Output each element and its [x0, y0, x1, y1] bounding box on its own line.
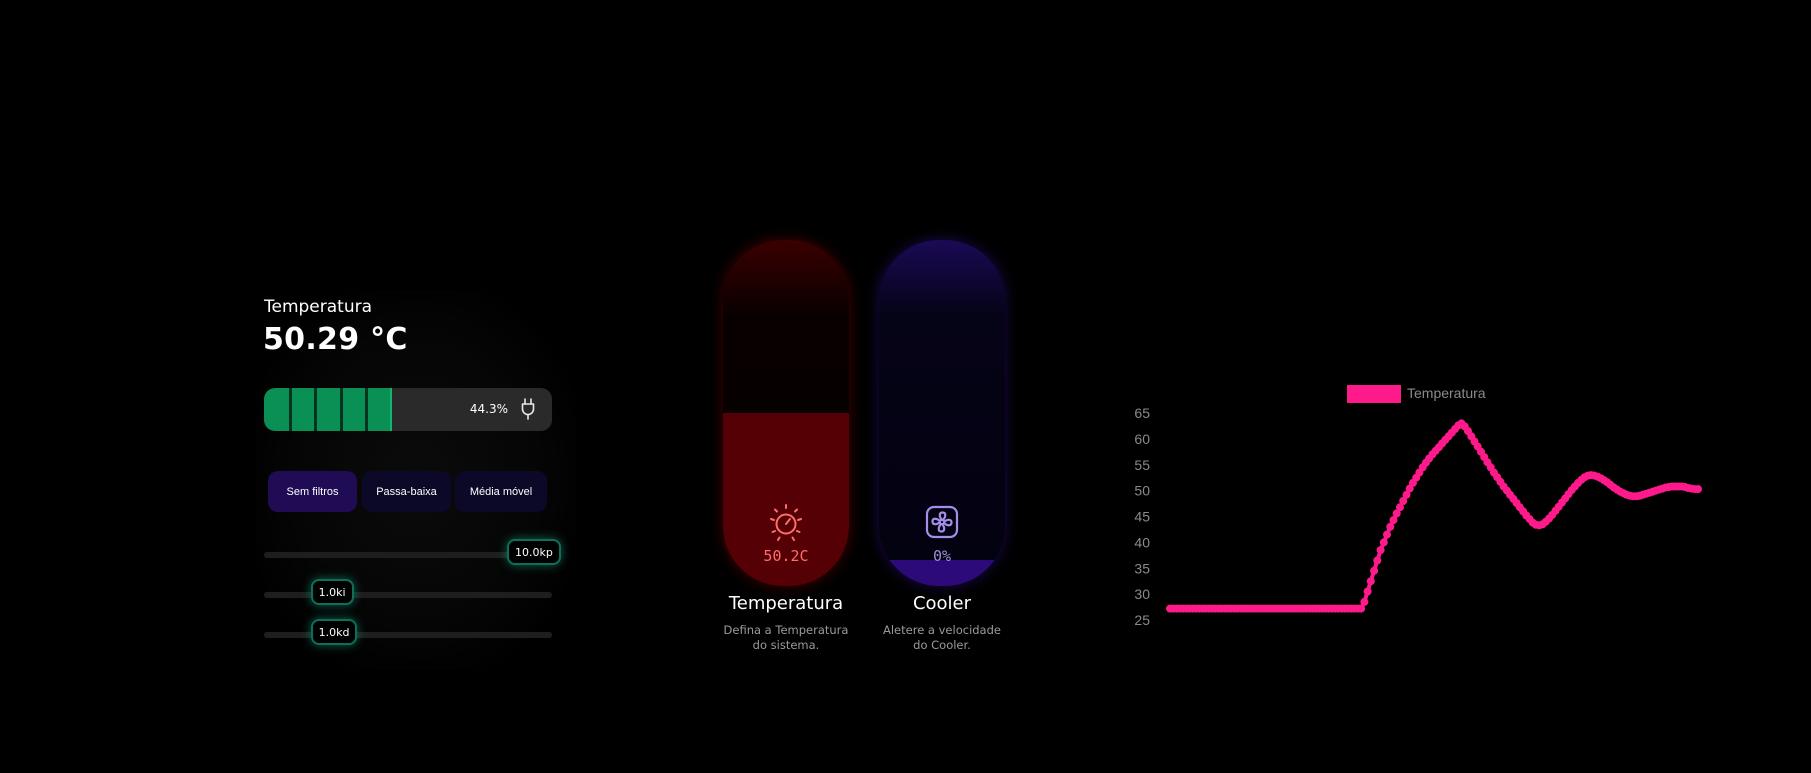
filter-option-sem-filtros[interactable]: Sem filtros	[268, 471, 357, 512]
cooler-reading: 0%	[932, 547, 952, 565]
y-tick-label: 35	[1134, 560, 1150, 576]
dashboard: Temperatura 50.29 °C 44.3% Sem filtros P…	[0, 0, 1811, 773]
y-tick-label: 60	[1134, 431, 1150, 447]
temperature-description: Defina a Temperatura do sistema.	[706, 623, 866, 653]
power-progress-fill	[264, 388, 392, 431]
cooler-description-line-2: do Cooler.	[913, 638, 971, 652]
ki-slider-thumb[interactable]: 1.0ki	[310, 579, 354, 605]
temperature-label: Temperatura	[264, 297, 373, 317]
cooler-description-line-1: Aletere a velocidade	[883, 623, 1001, 637]
data-point[interactable]	[1370, 566, 1379, 575]
power-fill-edge	[390, 388, 392, 431]
y-tick-label: 40	[1134, 534, 1150, 550]
plug-icon	[521, 398, 535, 420]
y-tick-label: 50	[1134, 483, 1150, 499]
thermostat-dial-icon	[770, 504, 802, 541]
kd-slider-thumb[interactable]: 1.0kd	[310, 619, 358, 645]
data-point[interactable]	[1373, 556, 1382, 565]
power-segment-divider	[365, 388, 368, 431]
temperature-capsule[interactable]: 50.2C	[723, 240, 849, 586]
cooler-capsule[interactable]: 0%	[879, 240, 1005, 586]
temperature-value: 50.29 °C	[263, 322, 408, 357]
temperature-title: Temperatura	[728, 593, 844, 614]
filter-selector: Sem filtros Passa-baixa Média móvel	[268, 471, 548, 512]
power-segment-divider	[289, 388, 292, 431]
cooler-description: Aletere a velocidade do Cooler.	[862, 623, 1022, 653]
kp-slider-thumb[interactable]: 10.0kp	[507, 539, 561, 565]
fan-icon	[925, 505, 959, 539]
power-percent-label: 44.3%	[469, 402, 508, 416]
data-point[interactable]	[1363, 587, 1372, 596]
data-point[interactable]	[1694, 485, 1702, 494]
y-tick-label: 45	[1134, 509, 1150, 525]
temperature-description-line-1: Defina a Temperatura	[723, 623, 849, 637]
power-segment-divider	[314, 388, 317, 431]
y-tick-label: 30	[1134, 586, 1150, 602]
filter-option-passa-baixa[interactable]: Passa-baixa	[362, 471, 451, 512]
kd-slider[interactable]: 1.0kd	[264, 619, 552, 645]
ki-slider[interactable]: 1.0ki	[264, 579, 552, 605]
power-segment-divider	[340, 388, 343, 431]
data-point[interactable]	[1383, 530, 1391, 539]
data-point[interactable]	[1379, 538, 1388, 547]
y-tick-label: 25	[1134, 612, 1150, 628]
temperature-reading: 50.2C	[763, 547, 809, 565]
filter-option-media-movel[interactable]: Média móvel	[455, 471, 547, 512]
data-point[interactable]	[1376, 546, 1385, 555]
temperature-line-chart: 65 60 55 50 45 40 35 30 25	[1134, 405, 1702, 628]
data-point[interactable]	[1360, 597, 1369, 606]
data-point[interactable]	[1366, 577, 1375, 586]
cooler-title: Cooler	[912, 593, 972, 614]
temperature-description-line-2: do sistema.	[752, 638, 820, 652]
kp-slider[interactable]: 10.0kp	[264, 539, 561, 565]
y-tick-label: 65	[1134, 405, 1150, 421]
power-progress-bar: 44.3%	[264, 388, 552, 431]
y-tick-label: 55	[1134, 457, 1150, 473]
